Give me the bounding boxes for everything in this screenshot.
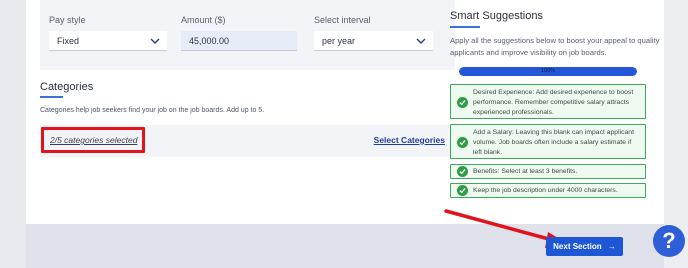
suggestion-add-salary: Add a Salary: Leaving this blank can imp… — [450, 124, 646, 159]
smart-suggestions-underline — [450, 26, 480, 28]
check-circle-icon — [457, 185, 468, 196]
question-mark-icon: ? — [662, 228, 676, 253]
amount-label: Amount ($) — [181, 15, 226, 25]
categories-help-text: Categories help job seekers find your jo… — [40, 107, 265, 114]
help-button[interactable]: ? — [653, 225, 685, 257]
suggestion-text: Benefits: Select at least 3 benefits. — [473, 168, 578, 175]
smart-suggestions-title: Smart Suggestions — [450, 10, 543, 22]
smart-suggestions-description: Apply all the suggestions below to boost… — [450, 36, 660, 57]
next-section-label: Next Section — [553, 242, 602, 251]
amount-input[interactable]: 45,000.00 — [181, 31, 297, 51]
categories-title-underline — [40, 96, 63, 98]
suggestion-desired-experience: Desired Experience: Add desired experien… — [450, 84, 646, 119]
suggestion-text: Desired Experience: Add desired experien… — [473, 89, 634, 116]
interval-label: Select interval — [314, 15, 371, 25]
pay-style-value: Fixed — [57, 36, 80, 46]
suggestion-description-length: Keep the job description under 4000 char… — [450, 183, 646, 198]
chevron-down-icon — [416, 38, 426, 44]
pay-panel: Pay style Fixed Amount ($) 45,000.00 Sel… — [40, 0, 455, 70]
select-categories-link[interactable]: Select Categories — [374, 135, 445, 145]
pay-style-label: Pay style — [49, 15, 86, 25]
check-circle-icon — [457, 97, 468, 108]
job-form-card: Pay style Fixed Amount ($) 45,000.00 Sel… — [26, 0, 664, 224]
next-section-button[interactable]: Next Section → — [546, 237, 623, 256]
interval-value: per year — [322, 36, 356, 46]
suggestion-text: Add a Salary: Leaving this blank can imp… — [473, 129, 634, 156]
chevron-down-icon — [150, 38, 160, 44]
left-gutter — [0, 0, 26, 268]
progress-label: 100% — [540, 68, 556, 74]
pay-style-select[interactable]: Fixed — [49, 31, 167, 51]
suggestion-text: Keep the job description under 4000 char… — [473, 187, 618, 194]
suggestions-progress-bar: 100% — [459, 67, 637, 76]
arrow-right-icon: → — [607, 242, 616, 251]
check-circle-icon — [457, 166, 468, 177]
amount-value: 45,000.00 — [189, 36, 230, 46]
screen: Pay style Fixed Amount ($) 45,000.00 Sel… — [0, 0, 688, 268]
check-circle-icon — [457, 137, 468, 148]
interval-select[interactable]: per year — [314, 31, 433, 51]
categories-title: Categories — [40, 81, 94, 93]
suggestion-benefits: Benefits: Select at least 3 benefits. — [450, 164, 646, 179]
annotation-highlight-box — [41, 127, 145, 153]
